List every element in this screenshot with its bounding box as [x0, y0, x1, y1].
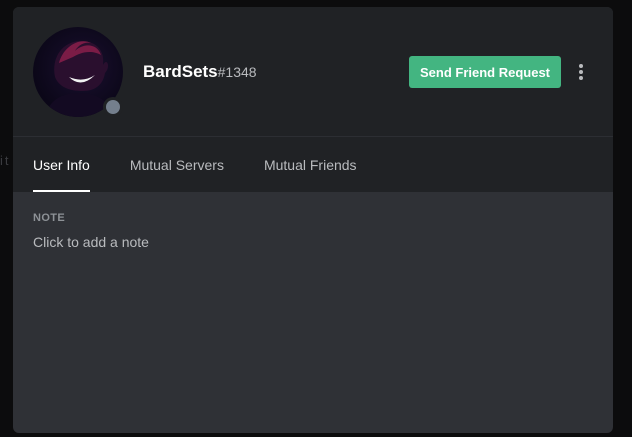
profile-header: BardSets#1348 Send Friend Request User I…: [13, 7, 613, 192]
offline-status-icon: [106, 100, 120, 114]
tab-mutual-friends[interactable]: Mutual Friends: [264, 137, 357, 192]
avatar[interactable]: [33, 27, 123, 117]
note-input[interactable]: Click to add a note: [33, 234, 333, 250]
background-text: it: [0, 153, 11, 168]
status-indicator: [103, 97, 123, 117]
profile-tabs: User Info Mutual Servers Mutual Friends: [33, 137, 397, 192]
more-options-button[interactable]: [573, 61, 589, 83]
tab-user-info[interactable]: User Info: [33, 137, 90, 192]
username-display: BardSets#1348: [143, 62, 257, 82]
tab-mutual-servers[interactable]: Mutual Servers: [130, 137, 224, 192]
discriminator: #1348: [217, 64, 257, 80]
send-friend-request-button[interactable]: Send Friend Request: [409, 56, 561, 88]
username: BardSets: [143, 62, 218, 81]
user-profile-modal: BardSets#1348 Send Friend Request User I…: [13, 7, 613, 433]
note-label: NOTE: [33, 212, 66, 224]
user-info-panel: NOTE Click to add a note: [33, 212, 333, 250]
more-vertical-icon: [579, 64, 583, 80]
